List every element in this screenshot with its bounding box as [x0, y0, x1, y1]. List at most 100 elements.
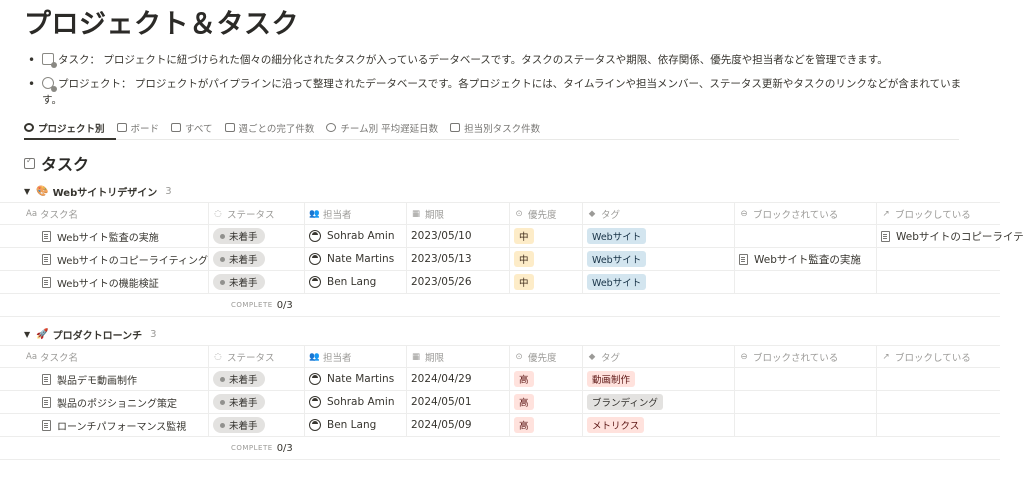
- col-status-header[interactable]: ◌ ステータス: [209, 346, 305, 368]
- status-badge: 未着手: [213, 417, 265, 433]
- blocked-by-cell[interactable]: Webサイト監査の実施: [735, 248, 877, 270]
- column-type-icon: ⊖: [740, 209, 748, 219]
- status-cell[interactable]: 未着手: [209, 271, 305, 293]
- status-cell[interactable]: 未着手: [209, 414, 305, 436]
- tag-cell[interactable]: Webサイト: [583, 271, 735, 293]
- tag-cell[interactable]: Webサイト: [583, 248, 735, 270]
- task-name-cell[interactable]: Webサイト監査の実施: [22, 225, 209, 247]
- tab-by-project[interactable]: プロジェクト別: [24, 116, 105, 140]
- assignee-cell[interactable]: Ben Lang: [305, 414, 407, 436]
- blocking-cell[interactable]: Webサイトのコピーライテ: [877, 225, 1024, 247]
- project-icon: [42, 77, 57, 92]
- tag-cell[interactable]: 動画制作: [583, 368, 735, 390]
- tag-cell[interactable]: メトリクス: [583, 414, 735, 436]
- col-blocked-by-header[interactable]: ⊖ ブロックされている: [735, 203, 877, 225]
- task-name-cell[interactable]: 製品デモ動画制作: [22, 368, 209, 390]
- col-due-header[interactable]: ▦ 期限: [407, 203, 510, 225]
- blocking-cell[interactable]: [877, 368, 1024, 390]
- tab-all[interactable]: すべて: [171, 116, 213, 140]
- group-emoji-icon: 🎨: [36, 185, 49, 197]
- col-assignee-header[interactable]: 👥 担当者: [305, 346, 407, 368]
- priority-cell[interactable]: 中: [510, 271, 583, 293]
- status-cell[interactable]: 未着手: [209, 248, 305, 270]
- task-name-cell[interactable]: Webサイトの機能検証: [22, 271, 209, 293]
- assignee-cell[interactable]: Sohrab Amin: [305, 225, 407, 247]
- table-row[interactable]: Webサイト監査の実施 未着手 Sohrab Amin 2023/05/10 中…: [0, 225, 1024, 248]
- task-name-cell[interactable]: ローンチパフォーマンス監視: [22, 414, 209, 436]
- col-task-name-header[interactable]: Aa タスク名: [22, 203, 209, 225]
- blocked-by-cell[interactable]: [735, 225, 877, 247]
- priority-cell[interactable]: 高: [510, 368, 583, 390]
- due-cell[interactable]: 2024/04/29: [407, 368, 510, 390]
- due-cell[interactable]: 2023/05/13: [407, 248, 510, 270]
- checkbox-icon: [24, 156, 35, 169]
- tab-weekly-completed[interactable]: 週ごとの完了件数: [224, 116, 314, 140]
- col-tag-header[interactable]: ◆ タグ: [583, 203, 735, 225]
- group-header[interactable]: ▼ 🚀 プロダクトローンチ 3: [24, 323, 1024, 345]
- priority-cell[interactable]: 中: [510, 248, 583, 270]
- col-task-name-header[interactable]: Aa タスク名: [22, 346, 209, 368]
- status-badge: 未着手: [213, 228, 265, 244]
- col-blocked-by-header[interactable]: ⊖ ブロックされている: [735, 346, 877, 368]
- due-cell[interactable]: 2024/05/09: [407, 414, 510, 436]
- col-tag-header[interactable]: ◆ タグ: [583, 346, 735, 368]
- task-icon: [42, 53, 57, 68]
- blocking-cell[interactable]: [877, 414, 1024, 436]
- priority-cell[interactable]: 高: [510, 391, 583, 413]
- priority-badge: 高: [514, 371, 534, 387]
- tab-team-delay[interactable]: チーム別 平均遅延日数: [326, 116, 438, 140]
- col-assignee-header[interactable]: 👥 担当者: [305, 203, 407, 225]
- group-header[interactable]: ▼ 🎨 Webサイトリデザイン 3: [24, 180, 1024, 202]
- due-cell[interactable]: 2023/05/10: [407, 225, 510, 247]
- tab-board[interactable]: ボード: [116, 116, 159, 140]
- toggle-triangle-icon[interactable]: ▼: [24, 330, 30, 339]
- blocking-cell[interactable]: [877, 391, 1024, 413]
- blocked-by-cell[interactable]: [735, 414, 877, 436]
- table-row[interactable]: Webサイトの機能検証 未着手 Ben Lang 2023/05/26 中 We…: [0, 271, 1000, 294]
- group-emoji-icon: 🚀: [36, 328, 49, 340]
- tag-cell[interactable]: Webサイト: [583, 225, 735, 247]
- column-type-icon: ↗: [882, 209, 890, 219]
- col-status-header[interactable]: ◌ ステータス: [209, 203, 305, 225]
- priority-cell[interactable]: 高: [510, 414, 583, 436]
- col-priority-header[interactable]: ⊙ 優先度: [510, 203, 583, 225]
- status-cell[interactable]: 未着手: [209, 391, 305, 413]
- blocked-by-cell[interactable]: [735, 271, 877, 293]
- tag-cell[interactable]: ブランディング: [583, 391, 735, 413]
- avatar: [309, 276, 321, 288]
- table-row[interactable]: 製品デモ動画制作 未着手 Nate Martins 2024/04/29 高 動…: [0, 368, 1000, 391]
- blocked-by-cell[interactable]: [735, 391, 877, 413]
- task-name-cell[interactable]: Webサイトのコピーライティング: [22, 248, 209, 270]
- task-name-cell[interactable]: 製品のポジショニング策定: [22, 391, 209, 413]
- due-cell[interactable]: 2024/05/01: [407, 391, 510, 413]
- blocked-by-cell[interactable]: [735, 368, 877, 390]
- view-tabs: プロジェクト別 ボード すべて 週ごとの完了件数 チーム別 平均遅延日数 担当別…: [24, 116, 959, 140]
- assignee-cell[interactable]: Nate Martins: [305, 248, 407, 270]
- blocking-cell[interactable]: [877, 248, 1024, 270]
- avatar: [309, 253, 321, 265]
- blocking-cell[interactable]: [877, 271, 1024, 293]
- tab-assignee-count[interactable]: 担当別タスク件数: [450, 116, 540, 140]
- group-complete-summary[interactable]: COMPLETE 0/3: [24, 294, 1024, 316]
- database-title[interactable]: タスク: [24, 152, 1024, 174]
- table-row[interactable]: Webサイトのコピーライティング 未着手 Nate Martins 2023/0…: [0, 248, 1000, 271]
- col-blocking-header[interactable]: ↗ ブロックしている: [877, 346, 1024, 368]
- col-blocking-header[interactable]: ↗ ブロックしている: [877, 203, 1024, 225]
- page-icon: [42, 253, 51, 265]
- due-cell[interactable]: 2023/05/26: [407, 271, 510, 293]
- priority-badge: 高: [514, 417, 534, 433]
- priority-cell[interactable]: 中: [510, 225, 583, 247]
- status-cell[interactable]: 未着手: [209, 225, 305, 247]
- col-priority-header[interactable]: ⊙ 優先度: [510, 346, 583, 368]
- status-cell[interactable]: 未着手: [209, 368, 305, 390]
- table-row[interactable]: ローンチパフォーマンス監視 未着手 Ben Lang 2024/05/09 高 …: [0, 414, 1000, 437]
- group-count: 3: [165, 185, 172, 197]
- col-due-header[interactable]: ▦ 期限: [407, 346, 510, 368]
- assignee-cell[interactable]: Ben Lang: [305, 271, 407, 293]
- group-complete-summary[interactable]: COMPLETE 0/3: [24, 437, 1024, 459]
- group-container: ▼ 🎨 Webサイトリデザイン 3 Aa タスク名 ◌ ステータス 👥 担当者 ▦ 期限 ⊙ 優先…: [0, 180, 1024, 460]
- assignee-cell[interactable]: Nate Martins: [305, 368, 407, 390]
- assignee-cell[interactable]: Sohrab Amin: [305, 391, 407, 413]
- table-row[interactable]: 製品のポジショニング策定 未着手 Sohrab Amin 2024/05/01 …: [0, 391, 1000, 414]
- toggle-triangle-icon[interactable]: ▼: [24, 187, 30, 196]
